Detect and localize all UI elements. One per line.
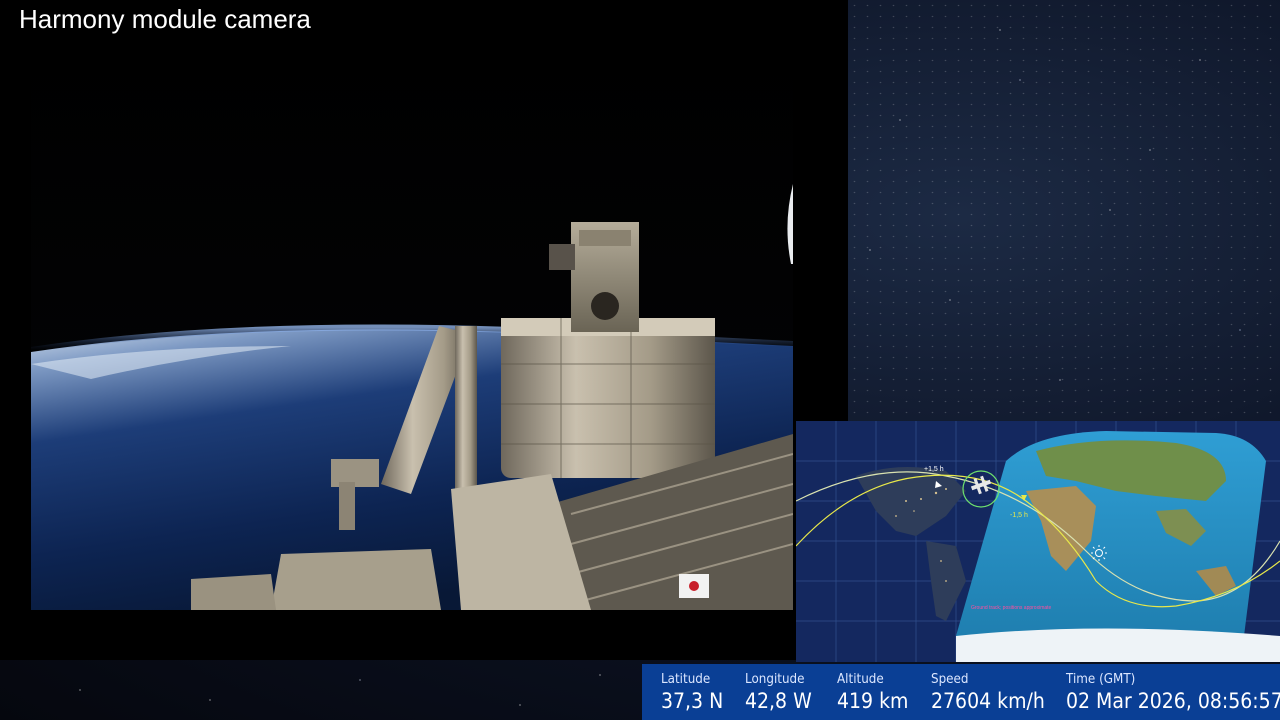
- altitude-label: Altitude: [837, 672, 884, 687]
- altitude-value: 419 km: [837, 689, 909, 713]
- world-map: +1,5 h -1,5 h Ground track; positions ap…: [796, 421, 1280, 662]
- time-readout: Time (GMT) 02 Mar 2026, 08:56:57: [1066, 672, 1280, 713]
- longitude-value: 42,8 W: [745, 689, 812, 713]
- longitude-label: Longitude: [745, 672, 805, 687]
- telemetry-bar: Latitude 37,3 N Longitude 42,8 W Altitud…: [642, 664, 1280, 720]
- orbit-marker-behind: -1,5 h: [1010, 512, 1028, 519]
- camera-panel: Harmony module camera: [0, 0, 848, 660]
- speed-readout: Speed 27604 km/h: [931, 672, 1057, 713]
- map-footer-note: Ground track; positions approximate: [971, 605, 1052, 611]
- orbit-marker-ahead: +1,5 h: [924, 466, 944, 473]
- latitude-value: 37,3 N: [661, 689, 724, 713]
- iss-tracker-map[interactable]: +1,5 h -1,5 h Ground track; positions ap…: [796, 421, 1280, 662]
- latitude-label: Latitude: [661, 672, 711, 687]
- speed-label: Speed: [931, 672, 969, 687]
- camera-feed[interactable]: [31, 34, 793, 610]
- altitude-readout: Altitude 419 km: [837, 672, 916, 713]
- camera-feed-image: [31, 34, 793, 610]
- longitude-readout: Longitude 42,8 W: [745, 672, 819, 713]
- speed-value: 27604 km/h: [931, 689, 1045, 713]
- camera-title: Harmony module camera: [19, 4, 311, 34]
- time-value: 02 Mar 2026, 08:56:57: [1066, 689, 1280, 713]
- latitude-readout: Latitude 37,3 N: [661, 672, 730, 713]
- time-label: Time (GMT): [1066, 672, 1136, 687]
